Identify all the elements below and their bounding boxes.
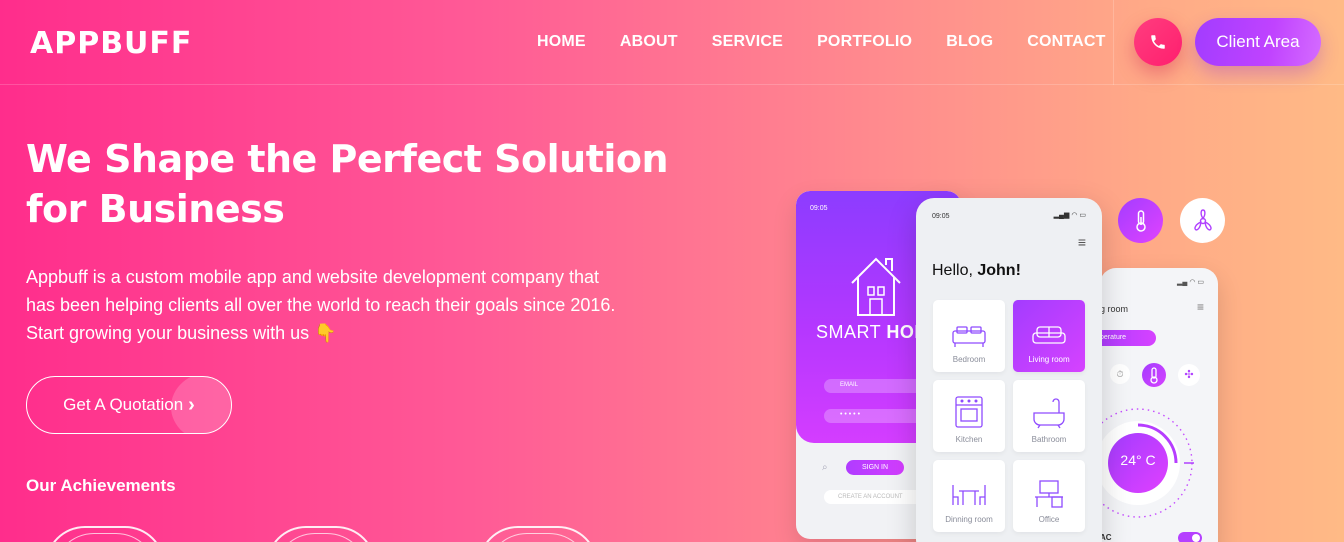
room-title: g room xyxy=(1100,304,1129,314)
phone-mockup-thermostat: ▂▄ ◠ ▭ g room ≡ perature ⏱ ✣ 24° C AC xyxy=(1100,268,1218,542)
ac-toggle[interactable] xyxy=(1178,532,1202,542)
oven-icon xyxy=(955,396,983,428)
room-label: Dinning room xyxy=(945,515,993,524)
greeting-text: Hello, xyxy=(932,262,978,279)
nav-blog[interactable]: BLOG xyxy=(946,33,993,51)
room-label: Living room xyxy=(1028,355,1070,364)
status-time: 09:05 xyxy=(810,205,828,212)
fan-icon xyxy=(1180,198,1225,243)
achievement-circle xyxy=(478,526,598,542)
phone-button[interactable] xyxy=(1134,18,1182,66)
room-tile-kitchen[interactable]: Kitchen xyxy=(933,380,1005,452)
room-tile-bedroom[interactable]: Bedroom xyxy=(933,300,1005,372)
status-time: 09:05 xyxy=(932,213,950,220)
achievements-title: Our Achievements xyxy=(26,476,176,495)
get-quotation-label: Get A Quotation xyxy=(63,395,184,414)
achievement-circle xyxy=(266,526,376,542)
hero-title: We Shape the Perfect Solution for Busine… xyxy=(26,134,726,234)
logo[interactable]: APPBUFF xyxy=(30,26,192,61)
menu-icon[interactable]: ≡ xyxy=(1197,300,1204,314)
thermometer-icon xyxy=(1118,198,1163,243)
sofa-icon xyxy=(1032,326,1066,344)
room-tile-bathroom[interactable]: Bathroom xyxy=(1013,380,1085,452)
nav-home[interactable]: HOME xyxy=(537,33,586,51)
nav-contact[interactable]: CONTACT xyxy=(1027,33,1105,51)
bed-icon xyxy=(952,326,986,347)
status-icons: ▂▄▆ ◠ ▭ xyxy=(1053,212,1086,219)
email-label: EMAIL xyxy=(840,382,859,388)
hero-description: Appbuff is a custom mobile app and websi… xyxy=(26,263,666,347)
room-tile-dining-room[interactable]: Dinning room xyxy=(933,460,1005,532)
dining-table-icon xyxy=(952,485,986,505)
room-label: Bathroom xyxy=(1031,435,1067,444)
hero-desc-line1: Appbuff is a custom mobile app and websi… xyxy=(26,267,600,287)
nav-service[interactable]: SERVICE xyxy=(712,33,783,51)
search-icon: ⌕ xyxy=(822,462,828,473)
hero-title-line1: We Shape the Perfect Solution xyxy=(26,137,669,181)
hero-desc-line2: has been helping clients all over the wo… xyxy=(26,295,616,315)
fan-icon[interactable]: ✣ xyxy=(1178,364,1200,386)
house-icon xyxy=(851,257,901,316)
hero-desc-line3: Start growing your business with us xyxy=(26,323,310,343)
greeting: Hello, John! xyxy=(932,262,1021,280)
room-tile-living-room[interactable]: Living room xyxy=(1013,300,1085,372)
get-quotation-button[interactable]: Get A Quotation › xyxy=(26,376,232,434)
desk-icon xyxy=(1035,480,1063,508)
nav-portfolio[interactable]: PORTFOLIO xyxy=(817,33,912,51)
phone-icon xyxy=(1151,35,1165,49)
pointing-down-icon: 👇 xyxy=(314,323,337,343)
sign-in-button[interactable]: SIGN IN xyxy=(846,460,904,475)
timer-icon[interactable]: ⏱ xyxy=(1110,364,1130,384)
nav-about[interactable]: ABOUT xyxy=(620,33,678,51)
temperature-pill[interactable]: perature xyxy=(1100,330,1156,346)
bathtub-icon xyxy=(1033,398,1065,429)
hero-title-line2: for Business xyxy=(26,187,285,231)
room-label: Kitchen xyxy=(955,435,983,444)
status-icons: ▂▄ ◠ ▭ xyxy=(1177,279,1204,286)
button-shine xyxy=(171,377,231,433)
room-label: Office xyxy=(1038,515,1060,524)
smart-home-brand: SMART HOM xyxy=(816,322,930,343)
main-nav: HOME ABOUT SERVICE PORTFOLIO BLOG CONTAC… xyxy=(537,33,1140,51)
room-label: Bedroom xyxy=(952,355,986,364)
menu-icon[interactable]: ≡ xyxy=(1078,234,1086,250)
header-divider xyxy=(1113,0,1114,85)
site-header: APPBUFF HOME ABOUT SERVICE PORTFOLIO BLO… xyxy=(0,0,1344,85)
client-area-button[interactable]: Client Area xyxy=(1195,18,1321,66)
phone-mockup-rooms: 09:05 ▂▄▆ ◠ ▭ ≡ Hello, John! Bedroom Liv… xyxy=(916,198,1102,542)
password-dots: • • • • • xyxy=(840,411,861,418)
user-name: John! xyxy=(977,262,1021,279)
room-tile-office[interactable]: Office xyxy=(1013,460,1085,532)
temperature-readout: 24° C xyxy=(1120,452,1156,468)
smart-text: SMART xyxy=(816,322,887,342)
achievement-circle xyxy=(45,526,165,542)
thermometer-icon[interactable] xyxy=(1142,363,1166,387)
